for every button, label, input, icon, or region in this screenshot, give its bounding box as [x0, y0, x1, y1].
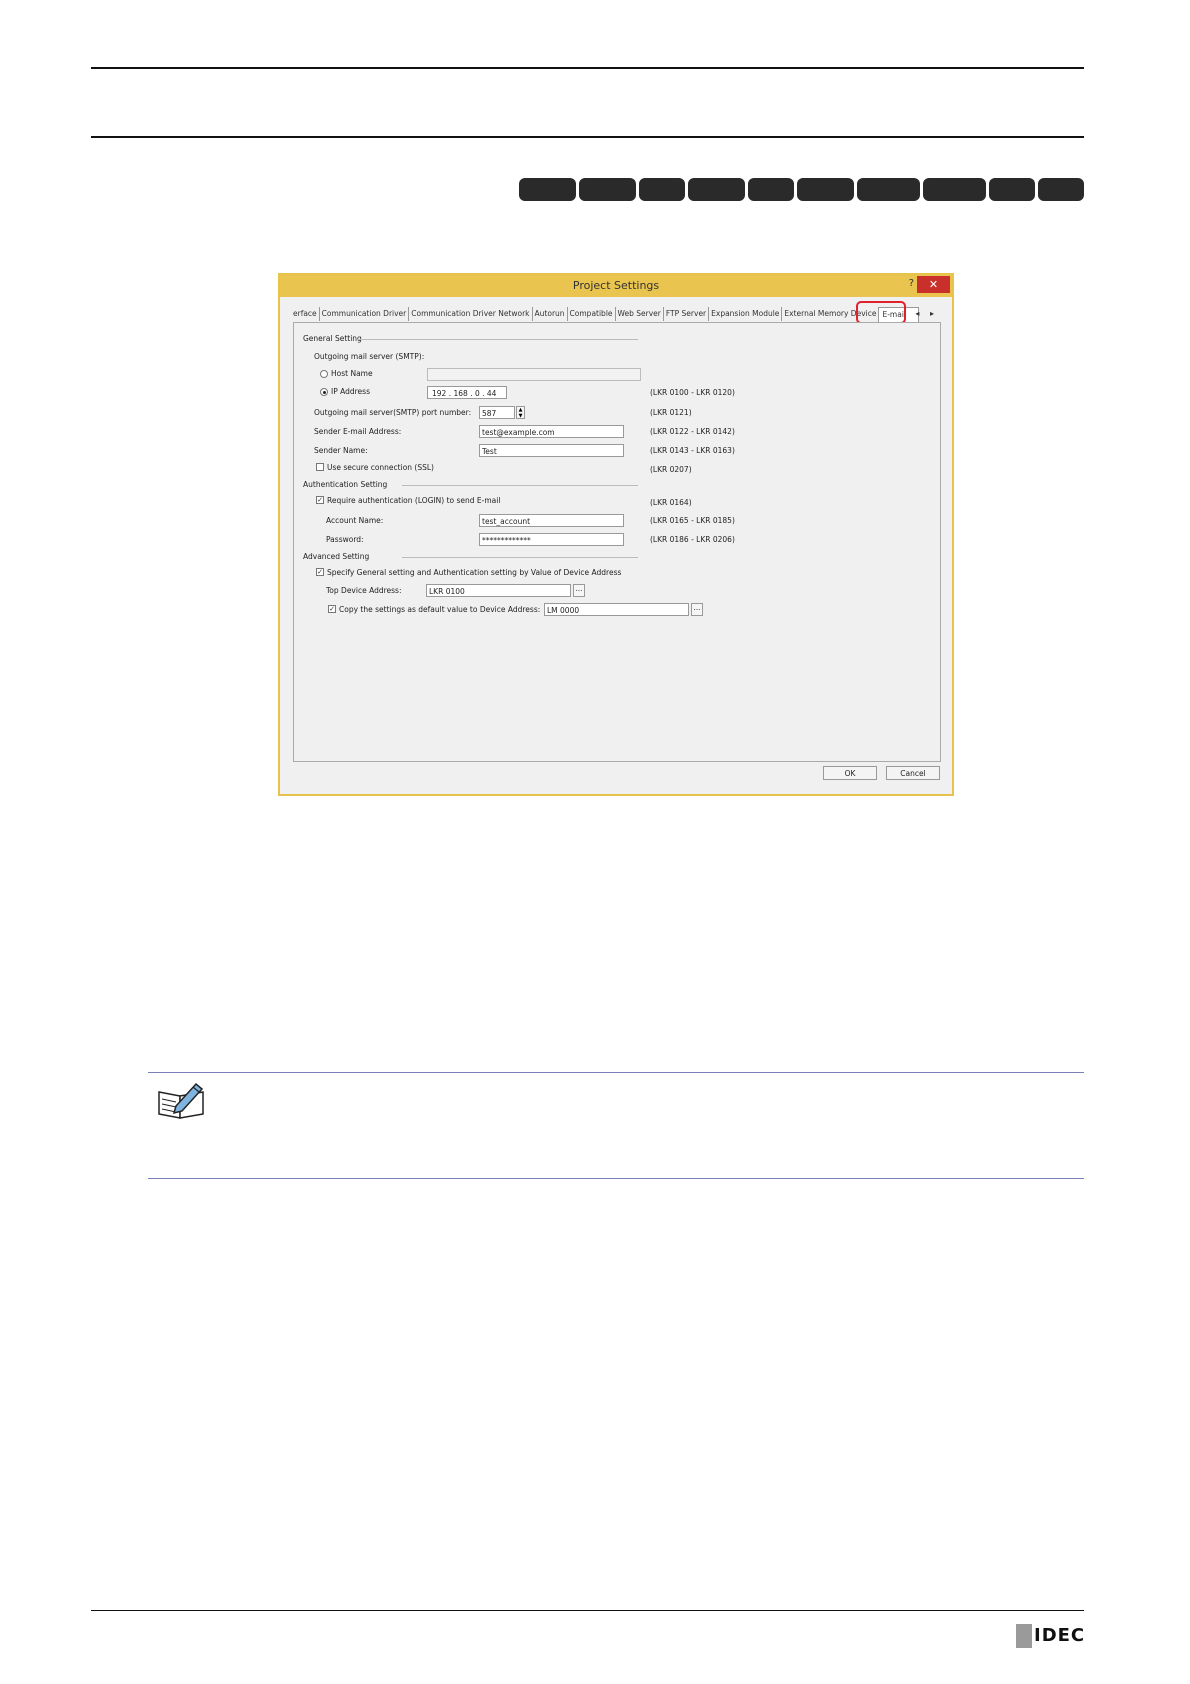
model-tags — [519, 178, 1084, 201]
model-tag — [923, 178, 986, 201]
sender-name-range: (LKR 0143 - LKR 0163) — [650, 446, 735, 455]
specify-by-device-label: Specify General setting and Authenticati… — [327, 568, 622, 577]
model-tag — [1038, 178, 1084, 201]
sender-name-label: Sender Name: — [314, 446, 368, 455]
require-auth-label: Require authentication (LOGIN) to send E… — [327, 496, 501, 505]
model-tag — [748, 178, 794, 201]
note-rule-bottom — [148, 1178, 1084, 1179]
note-pencil-icon — [156, 1080, 208, 1122]
ssl-range: (LKR 0207) — [650, 465, 692, 474]
require-auth-range: (LKR 0164) — [650, 498, 692, 507]
password-label: Password: — [326, 535, 364, 544]
ip-octet-4: 44 — [486, 389, 497, 398]
logo-mark-icon — [1016, 1624, 1032, 1648]
host-name-field[interactable] — [427, 368, 641, 381]
specify-by-device-checkbox[interactable]: ✓ — [316, 568, 324, 576]
close-button[interactable]: ✕ — [917, 276, 950, 293]
sender-email-field[interactable]: test@example.com — [479, 425, 624, 438]
tab-interface[interactable]: erface — [291, 307, 319, 321]
require-auth-checkbox[interactable]: ✓ — [316, 496, 324, 504]
password-field[interactable]: ************* — [479, 533, 624, 546]
settings-tabs: erface Communication Driver Communicatio… — [291, 307, 919, 322]
password-range: (LKR 0186 - LKR 0206) — [650, 535, 735, 544]
tab-ftp-server[interactable]: FTP Server — [662, 307, 708, 321]
model-tag — [797, 178, 854, 201]
copy-default-field[interactable]: LM 0000 — [544, 603, 689, 616]
tab-expansion-module[interactable]: Expansion Module — [708, 307, 781, 321]
host-name-radio[interactable] — [320, 370, 328, 378]
dialog-titlebar: Project Settings ? ✕ — [280, 275, 952, 297]
section-divider — [402, 485, 638, 486]
email-settings-panel: General Setting Outgoing mail server (SM… — [293, 322, 941, 762]
model-tag — [857, 178, 920, 201]
model-tag — [519, 178, 576, 201]
sender-email-label: Sender E-mail Address: — [314, 427, 402, 436]
ip-octet-3: 0 — [474, 389, 480, 398]
port-field[interactable]: 587 — [479, 406, 515, 419]
idec-logo: IDEC — [1016, 1624, 1086, 1648]
footer-rule — [91, 1610, 1084, 1611]
tab-web-server[interactable]: Web Server — [614, 307, 663, 321]
port-range: (LKR 0121) — [650, 408, 692, 417]
tab-communication-driver[interactable]: Communication Driver — [318, 307, 409, 321]
section-divider — [357, 339, 638, 340]
project-settings-dialog: Project Settings ? ✕ erface Communicatio… — [278, 273, 954, 796]
model-tag — [688, 178, 745, 201]
model-tag — [579, 178, 636, 201]
ip-octet-1: 192 — [432, 389, 447, 398]
outgoing-server-label: Outgoing mail server (SMTP): — [314, 352, 425, 361]
copy-default-checkbox[interactable]: ✓ — [328, 605, 336, 613]
ip-address-label: IP Address — [331, 387, 370, 396]
ssl-label: Use secure connection (SSL) — [327, 463, 434, 472]
general-setting-heading: General Setting — [303, 334, 362, 343]
logo-text: IDEC — [1034, 1625, 1086, 1646]
tab-compatible[interactable]: Compatible — [566, 307, 615, 321]
account-name-field[interactable]: test_account — [479, 514, 624, 527]
header-rule-bottom — [91, 136, 1084, 138]
sender-email-range: (LKR 0122 - LKR 0142) — [650, 427, 735, 436]
port-label: Outgoing mail server(SMTP) port number: — [314, 408, 472, 417]
header-rule-top — [91, 67, 1084, 69]
dialog-title: Project Settings — [572, 279, 660, 292]
email-tab-highlight — [856, 301, 906, 324]
top-device-address-label: Top Device Address: — [326, 586, 402, 595]
cancel-button[interactable]: Cancel — [886, 766, 940, 780]
port-spinner[interactable]: ▲ ▼ — [516, 406, 525, 419]
model-tag — [639, 178, 685, 201]
account-name-range: (LKR 0165 - LKR 0185) — [650, 516, 735, 525]
ssl-checkbox[interactable] — [316, 463, 324, 471]
top-device-address-field[interactable]: LKR 0100 — [426, 584, 571, 597]
note-rule-top — [148, 1072, 1084, 1073]
tab-autorun[interactable]: Autorun — [531, 307, 567, 321]
tab-scroll-arrows[interactable]: ◂ ▸ — [915, 309, 938, 318]
ip-address-radio[interactable] — [320, 388, 328, 396]
authentication-setting-heading: Authentication Setting — [303, 480, 388, 489]
top-device-browse-button[interactable]: ... — [573, 584, 585, 597]
account-name-label: Account Name: — [326, 516, 384, 525]
host-name-label: Host Name — [331, 369, 373, 378]
ip-address-field[interactable]: 192 . 168 . 0 . 44 — [427, 386, 507, 399]
copy-default-browse-button[interactable]: ... — [691, 603, 703, 616]
ok-button[interactable]: OK — [823, 766, 877, 780]
copy-default-label: Copy the settings as default value to De… — [339, 605, 541, 614]
section-divider — [402, 557, 638, 558]
tab-communication-driver-network[interactable]: Communication Driver Network — [408, 307, 531, 321]
sender-name-field[interactable]: Test — [479, 444, 624, 457]
ip-octet-2: 168 — [453, 389, 468, 398]
ip-range: (LKR 0100 - LKR 0120) — [650, 388, 735, 397]
help-button[interactable]: ? — [909, 278, 914, 289]
model-tag — [989, 178, 1035, 201]
advanced-setting-heading: Advanced Setting — [303, 552, 370, 561]
